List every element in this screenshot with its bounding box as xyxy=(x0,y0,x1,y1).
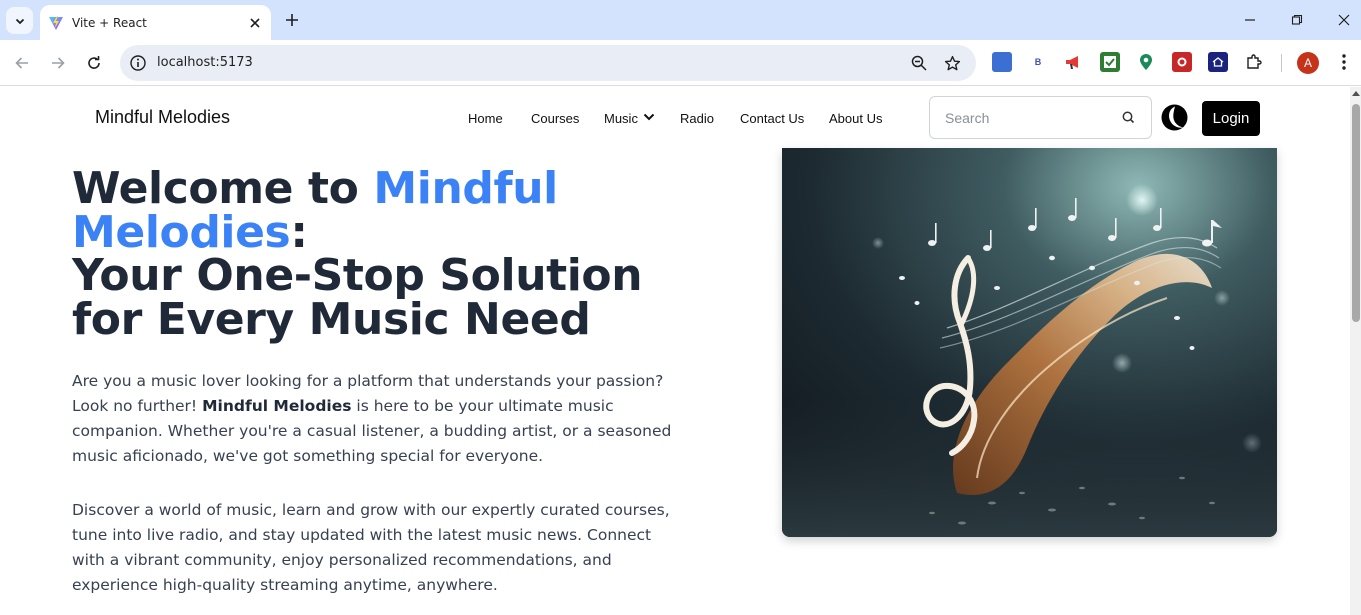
check-icon xyxy=(1104,56,1116,68)
star-icon xyxy=(944,55,960,70)
hero-title-tagline: Your One-Stop Solution for Every Music N… xyxy=(72,250,643,345)
zoom-button[interactable] xyxy=(909,53,929,73)
extension-pin-icon[interactable] xyxy=(1136,52,1156,72)
extension-home-icon[interactable] xyxy=(1208,52,1228,72)
gear-icon xyxy=(1177,57,1187,67)
new-tab-button[interactable] xyxy=(280,8,304,32)
close-window-button[interactable] xyxy=(1332,8,1356,32)
extension-megaphone-icon[interactable] xyxy=(1064,52,1084,72)
restore-button[interactable] xyxy=(1285,8,1309,32)
reload-button[interactable] xyxy=(81,50,107,76)
puzzle-icon xyxy=(1247,54,1262,69)
nav-music[interactable]: Music xyxy=(604,111,638,126)
close-icon xyxy=(250,17,260,28)
nav-contact-us[interactable]: Contact Us xyxy=(740,111,804,126)
extensions-menu-button[interactable] xyxy=(1244,52,1264,72)
megaphone-icon xyxy=(1066,56,1078,69)
close-icon xyxy=(1338,14,1350,26)
reload-icon xyxy=(88,56,100,69)
login-button[interactable]: Login xyxy=(1202,101,1260,136)
nav-radio[interactable]: Radio xyxy=(680,111,714,126)
search-input[interactable] xyxy=(931,98,1111,137)
chevron-down-icon[interactable] xyxy=(643,112,655,122)
browser-menu-button[interactable] xyxy=(1334,52,1354,72)
tab-title: Vite + React xyxy=(72,15,147,30)
scroll-up-arrow-icon[interactable] xyxy=(1352,91,1360,96)
restore-icon xyxy=(1291,14,1303,25)
tab-search-button[interactable] xyxy=(6,7,33,34)
arrow-right-icon xyxy=(52,57,65,69)
extension-puzzle-red-icon[interactable] xyxy=(1172,52,1192,72)
home-icon xyxy=(1212,57,1224,67)
bookmark-button[interactable] xyxy=(942,53,962,73)
scrollbar-thumb[interactable] xyxy=(1352,104,1360,322)
nav-about-us[interactable]: About Us xyxy=(829,111,882,126)
extension-checklist-icon[interactable] xyxy=(1100,52,1120,72)
hero-title: Welcome to Mindful Melodies: Your One-Sto… xyxy=(72,167,712,341)
search-icon[interactable] xyxy=(1120,109,1138,127)
music-notes-illustration xyxy=(782,148,1277,537)
page-scrollbar[interactable] xyxy=(1350,87,1361,615)
web-page: Mindful Melodies Home Courses Music Radi… xyxy=(0,87,1350,615)
arrow-left-icon xyxy=(15,57,28,69)
minimize-icon xyxy=(1245,19,1255,21)
location-pin-icon xyxy=(1140,54,1152,70)
theme-toggle-moon-icon[interactable] xyxy=(1161,104,1188,131)
para1-brand: Mindful Melodies xyxy=(202,397,352,415)
profile-avatar[interactable]: A xyxy=(1297,52,1319,74)
browser-tab-bar: Vite + React xyxy=(0,0,1361,40)
nav-courses[interactable]: Courses xyxy=(531,111,579,126)
back-button[interactable] xyxy=(9,50,35,76)
extension-chat-icon[interactable] xyxy=(992,52,1012,72)
browser-tab[interactable]: Vite + React xyxy=(40,5,271,40)
nav-home[interactable]: Home xyxy=(468,111,503,126)
forward-button[interactable] xyxy=(45,50,71,76)
address-bar[interactable]: localhost:5173 xyxy=(120,45,976,81)
hero-paragraph-2: Discover a world of music, learn and gro… xyxy=(72,501,670,594)
browser-toolbar: localhost:5173 xyxy=(0,40,1361,86)
site-brand[interactable]: Mindful Melodies xyxy=(95,107,230,128)
hero-image-music-notes xyxy=(782,148,1277,537)
tab-close-button[interactable] xyxy=(245,13,265,33)
hero-paragraph-1: Are you a music lover looking for a plat… xyxy=(72,369,672,469)
url-text[interactable]: localhost:5173 xyxy=(157,55,253,70)
vite-logo-icon xyxy=(49,15,63,30)
plus-icon xyxy=(286,14,298,26)
extension-b-icon[interactable]: B xyxy=(1028,52,1048,72)
zoom-out-icon xyxy=(911,55,927,71)
site-info-icon[interactable] xyxy=(129,54,147,72)
more-vertical-icon xyxy=(1342,54,1346,70)
chevron-down-icon xyxy=(15,18,24,24)
minimize-button[interactable] xyxy=(1238,8,1262,32)
search-box xyxy=(929,96,1152,139)
toolbar-divider xyxy=(1281,54,1282,72)
